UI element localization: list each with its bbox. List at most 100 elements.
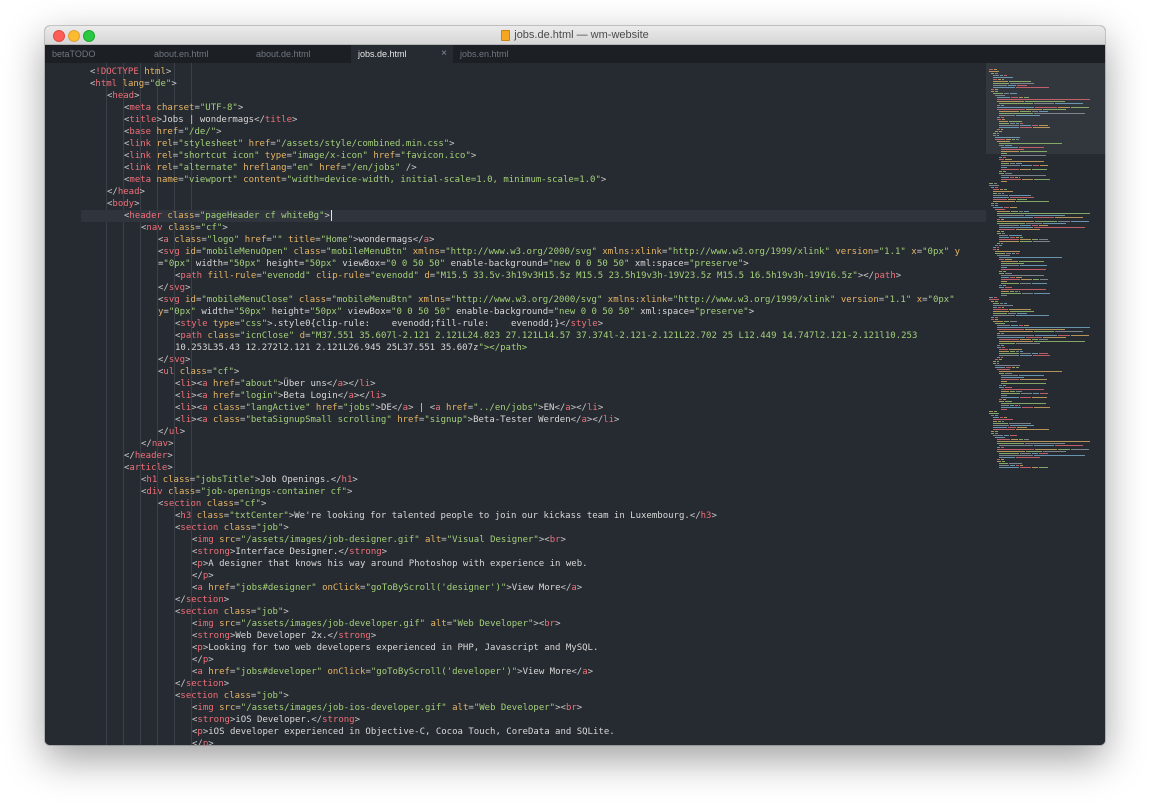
tab-betatodo[interactable]: betaTODO [45,45,147,63]
minimap-line [1034,179,1050,180]
tab-about-de[interactable]: about.de.html [249,45,351,63]
tab-label: jobs.en.html [460,49,509,59]
tab-about-en[interactable]: about.en.html [147,45,249,63]
code-line[interactable]: 17<path fill-rule="evenodd" clip-rule="e… [81,270,986,282]
minimap-line [997,223,1025,224]
code-line[interactable]: 7<link rel="stylesheet" href="/assets/st… [81,138,986,150]
code-line[interactable]: 42</section> [81,594,986,606]
code-line[interactable]: 35<h3 class="txtCenter">We're looking fo… [81,510,986,522]
minimap-line [997,461,1001,462]
minimap-line [1012,253,1015,254]
minimap-line [1010,177,1014,178]
code-line[interactable]: 12<body> [81,198,986,210]
code-line[interactable]: 38<strong>Interface Designer.</strong> [81,546,986,558]
code-line[interactable]: 24<li><a href="about">Über uns</a></li> [81,378,986,390]
code-line[interactable]: 3<head> [81,90,986,102]
code-line[interactable]: y="0px" width="50px" height="50px" viewB… [81,306,986,318]
code-line[interactable]: 37<img src="/assets/images/job-designer.… [81,534,986,546]
code-line[interactable]: 30</header> [81,450,986,462]
minimap-line [989,71,999,72]
minimap-line [1004,321,1009,322]
code-line[interactable]: 48<a href="jobs#developer" onClick="goTo… [81,666,986,678]
code-line[interactable]: 25<li><a href="login">Beta Login</a></li… [81,390,986,402]
minimap-line [1039,239,1048,240]
code-line[interactable]: 40</p> [81,570,986,582]
minimap[interactable] [986,63,1105,745]
code-line[interactable]: 53<p>iOS developer experienced in Object… [81,726,986,738]
code-line[interactable]: 5<title>Jobs | wondermags</title> [81,114,986,126]
code-line[interactable]: 33<div class="job-openings-container cf"… [81,486,986,498]
close-tab-icon[interactable]: × [441,48,447,59]
minimap-line [1071,221,1089,222]
minimap-line [1009,423,1031,424]
minimap-line [1035,107,1057,108]
code-line[interactable]: 27<li><a class="betaSignupSmall scrollin… [81,414,986,426]
minimap-line [993,363,996,364]
code-line[interactable]: 16<svg id="mobileMenuOpen" class="mobile… [81,246,986,258]
code-line[interactable]: 39<p>A designer that knows his way aroun… [81,558,986,570]
minimap-line [999,259,1004,260]
code-line[interactable]: 45<strong>Web Developer 2x.</strong> [81,630,986,642]
code-line[interactable]: 54</p> [81,738,986,745]
minimap-line [997,219,1000,220]
code-line[interactable]: 43<section class="job"> [81,606,986,618]
code-line[interactable]: 49</section> [81,678,986,690]
minimap-line [993,425,1009,426]
code-line[interactable]: 14<nav class="cf"> [81,222,986,234]
code-line[interactable]: 44<img src="/assets/images/job-developer… [81,618,986,630]
code-line[interactable]: 9<link rel="alternate" hreflang="en" hre… [81,162,986,174]
code-line[interactable]: ="0px" width="50px" height="50px" viewBo… [81,258,986,270]
code-editor[interactable]: 1<!DOCTYPE html>2<html lang="de">3<head>… [45,63,1105,745]
code-line[interactable]: 47</p> [81,654,986,666]
minimap-line [1021,393,1032,394]
minimap-line [1020,379,1047,380]
code-line[interactable]: 36<section class="job"> [81,522,986,534]
minimap-line [1020,123,1023,124]
code-line[interactable]: 21<path class="icnClose" d="M37.551 35.6… [81,330,986,342]
code-line[interactable]: 23<ul class="cf"> [81,366,986,378]
minimap-line [999,145,1004,146]
code-line[interactable]: 32<h1 class="jobsTitle">Job Openings.</h… [81,474,986,486]
code-line[interactable]: 2<html lang="de"> [81,78,986,90]
code-line[interactable]: 1<!DOCTYPE html> [81,66,986,78]
code-line[interactable]: 20<style type="css">.style0{clip-rule: e… [81,318,986,330]
code-line[interactable]: 26<li><a class="langActive" href="jobs">… [81,402,986,414]
code-line[interactable]: 41<a href="jobs#designer" onClick="goToB… [81,582,986,594]
code-line[interactable]: 6<base href="/de/"> [81,126,986,138]
minimap-line [1010,391,1015,392]
code-line[interactable]: 50<section class="job"> [81,690,986,702]
code-line[interactable]: 11</head> [81,186,986,198]
code-line[interactable]: 15<a class="logo" href="" title="Home">w… [81,234,986,246]
code-line[interactable]: 28</ul> [81,426,986,438]
minimap-line [1001,265,1019,266]
code-line[interactable]: 8<link rel="shortcut icon" type="image/x… [81,150,986,162]
tab-jobs-en[interactable]: jobs.en.html [453,45,555,63]
minimap-line [993,199,1007,200]
minimap-line [1001,267,1007,268]
minimap-line [1032,353,1038,354]
code-line[interactable]: 4<meta charset="UTF-8"> [81,102,986,114]
tab-jobs-de[interactable]: jobs.de.html × [351,45,453,63]
code-line[interactable]: 18</svg> [81,282,986,294]
code-line[interactable]: 52<strong>iOS Developer.</strong> [81,714,986,726]
code-line[interactable]: 29</nav> [81,438,986,450]
minimap-line [1032,467,1038,468]
minimap-line [1025,329,1065,330]
code-area[interactable]: 1<!DOCTYPE html>2<html lang="de">3<head>… [81,63,986,745]
code-line[interactable]: 51<img src="/assets/images/job-ios-devel… [81,702,986,714]
minimap-line [1004,93,1009,94]
code-text: <title>Jobs | wondermags</title> [124,115,298,125]
code-line[interactable]: 31<article> [81,462,986,474]
code-line[interactable]: 46<p>Looking for two web developers expe… [81,642,986,654]
text-cursor [330,210,332,221]
code-line[interactable]: 10<meta name="viewport" content="width=d… [81,174,986,186]
minimap-line [999,467,1019,468]
minimap-line [997,345,1000,346]
code-line[interactable]: 19<svg id="mobileMenuClose" class="mobil… [81,294,986,306]
minimap-line [994,69,997,70]
code-line[interactable]: 22</svg> [81,354,986,366]
code-line[interactable]: 10.253L35.43 12.272l2.121 2.121L26.945 2… [81,342,986,354]
code-line[interactable]: 13<header class="pageHeader cf whiteBg"> [81,210,986,222]
minimap-line [1001,279,1020,280]
code-line[interactable]: 34<section class="cf"> [81,498,986,510]
